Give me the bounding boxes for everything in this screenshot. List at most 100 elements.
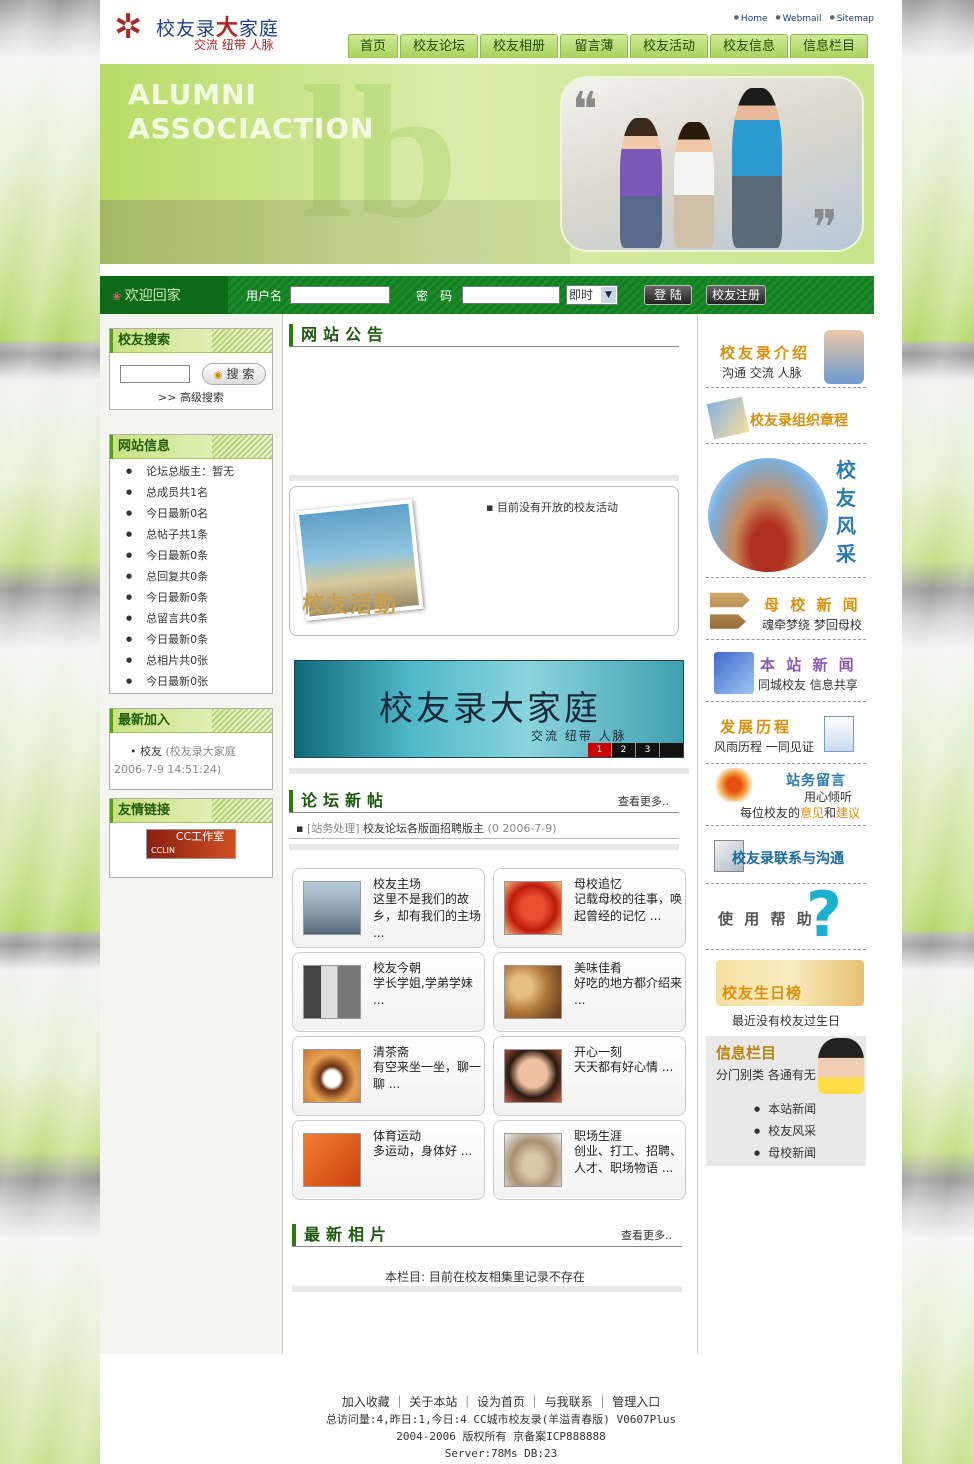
footer: 加入收藏 ｜ 关于本站 ｜ 设为首页 ｜ 与我联系 ｜ 管理入口 总访问量:4,… — [100, 1394, 902, 1462]
stat-item: 论坛总版主：暂无 — [110, 461, 272, 482]
ad-page-2[interactable]: 2 — [612, 743, 635, 757]
nav-alumni-info[interactable]: 校友信息 — [710, 34, 788, 58]
username-input[interactable] — [290, 286, 390, 304]
banner-title: ALUMNI ASSOCIACTION — [128, 78, 375, 145]
forum-card[interactable]: 美味佳肴 好吃的地方都介绍来 ... — [493, 952, 686, 1032]
info-item-alumni-style[interactable]: 校友风采 — [754, 1122, 816, 1139]
signpost-icon — [710, 592, 750, 629]
help-link[interactable]: 使 用 帮 助 ? — [706, 882, 866, 950]
forum-post-item[interactable]: ▪ [站务处理] 校友论坛各版面招聘版主 (0 2006-7-9) — [296, 820, 557, 836]
intro-photo-icon — [824, 330, 864, 384]
document-icon — [706, 396, 750, 440]
footer-copyright: 2004-2006 版权所有 京备案ICP888888 — [396, 1430, 606, 1443]
home-link[interactable]: Home — [734, 14, 768, 24]
site-info-box: 网站信息 论坛总版主：暂无 总成员共1名 今日最新0名 总帖子共1条 今日最新0… — [109, 434, 273, 694]
info-item-school-news[interactable]: 母校新闻 — [754, 1144, 816, 1161]
nav-home[interactable]: 首页 — [348, 34, 398, 58]
stat-item: 今日最新0条 — [110, 629, 272, 650]
card-image — [504, 1133, 562, 1187]
photos-empty-text: 本栏目: 目前在校友相集里记录不存在 — [385, 1270, 585, 1284]
page-container: ✲ 校友录大家庭 交流 纽带 人脉 Home Webmail Sitemap 首页 … — [100, 0, 902, 1464]
login-bar: 欢迎回家 用户名 密 码 即时 ▼ 登 陆 校友注册 — [100, 276, 874, 314]
campus-building-photo — [708, 458, 828, 572]
footer-links[interactable]: 加入收藏 ｜ 关于本站 ｜ 设为首页 ｜ 与我联系 ｜ 管理入口 — [100, 1394, 902, 1411]
password-label: 密 码 — [416, 289, 453, 303]
intro-link[interactable]: 校友录介绍 沟通 交流 人脉 — [706, 326, 866, 388]
ad-page-4[interactable] — [660, 743, 683, 757]
site-news-link[interactable]: 本 站 新 闻 同城校友 信息共享 — [706, 646, 866, 702]
site-logo[interactable]: ✲ 校友录大家庭 交流 纽带 人脉 — [114, 8, 284, 52]
nav-activities[interactable]: 校友活动 — [630, 34, 708, 58]
stat-item: 总相片共0张 — [110, 650, 272, 671]
search-box-title: 校友搜索 — [110, 329, 272, 353]
nav-guestbook[interactable]: 留言薄 — [560, 34, 628, 58]
forum-card[interactable]: 开心一刻 天天都有好心情 ... — [493, 1036, 686, 1116]
card-image — [504, 965, 562, 1019]
quote-open-icon: ❝ — [572, 84, 598, 137]
card-image — [504, 1049, 562, 1103]
advanced-search-link[interactable]: >> 高级搜索 — [158, 389, 224, 405]
ad-pager: 1 2 3 — [587, 743, 683, 757]
forum-card[interactable]: 母校追忆 记载母校的往事，唤起曾经的记忆 ... — [493, 868, 686, 948]
profile-document-icon — [824, 716, 854, 752]
login-button[interactable]: 登 陆 — [644, 285, 692, 305]
banner-photo-strip — [100, 200, 570, 264]
forum-card[interactable]: 清茶斋 有空来坐一坐，聊一聊 ... — [292, 1036, 485, 1116]
sitemap-link[interactable]: Sitemap — [830, 14, 874, 24]
card-image — [504, 881, 562, 935]
ad-banner-title: 校友录大家庭 — [379, 689, 601, 729]
card-image — [303, 881, 361, 935]
forum-card[interactable]: 职场生涯 创业、打工、招聘、人才、职场物语 ... — [493, 1120, 686, 1200]
search-button[interactable]: 搜 索 — [202, 363, 266, 385]
charter-link[interactable]: 校友录组织章程 — [706, 394, 866, 444]
photos-more-link[interactable]: 查看更多.. — [621, 1227, 672, 1243]
register-button[interactable]: 校友注册 — [706, 285, 766, 305]
left-sidebar: 校友搜索 搜 索 >> 高级搜索 网站信息 论坛总版主：暂无 总成员共1名 今日… — [100, 314, 283, 1354]
password-input[interactable] — [462, 286, 560, 304]
login-expire-select[interactable]: 即时 ▼ — [566, 285, 618, 305]
forum-card[interactable]: 校友主场 这里不是我们的故乡，却有我们的主场 ... — [292, 868, 485, 948]
welcome-label: 欢迎回家 — [100, 276, 228, 314]
info-columns-title: 信息栏目 — [716, 1044, 777, 1062]
card-image — [303, 1049, 361, 1103]
ad-page-1[interactable]: 1 — [588, 743, 611, 757]
card-image — [303, 1133, 361, 1187]
guestbook-link[interactable]: 站务留言 用心倾听 每位校友的意见和建议 — [706, 764, 866, 826]
flower-icon — [712, 768, 756, 802]
ad-page-3[interactable]: 3 — [636, 743, 659, 757]
notice-title: 网站公告 — [289, 324, 389, 346]
info-item-site-news[interactable]: 本站新闻 — [754, 1100, 816, 1117]
question-mark-icon: ? — [806, 878, 842, 951]
forum-more-link[interactable]: 查看更多.. — [618, 793, 669, 809]
search-input[interactable] — [120, 365, 190, 383]
activity-panel: 校友活動 ▪ 目前没有开放的校友活动 — [289, 486, 679, 636]
stat-item: 总留言共0条 — [110, 608, 272, 629]
contact-link[interactable]: 校友录联系与沟通 — [706, 832, 866, 884]
friend-links-box: 友情链接 CC工作室 CCLIN — [109, 798, 273, 878]
school-news-link[interactable]: 母 校 新 闻 魂牵梦绕 梦回母校 — [706, 584, 866, 640]
stat-item: 今日最新0条 — [110, 545, 272, 566]
top-links: Home Webmail Sitemap — [726, 14, 874, 24]
ad-banner[interactable]: 校友录大家庭 交流 纽带 人脉 1 2 3 — [294, 660, 684, 758]
stat-item: 总回复共0条 — [110, 566, 272, 587]
stat-item: 今日最新0条 — [110, 587, 272, 608]
nav-info-columns[interactable]: 信息栏目 — [790, 34, 868, 58]
webmail-link[interactable]: Webmail — [776, 14, 822, 24]
nav-album[interactable]: 校友相册 — [480, 34, 558, 58]
cc-studio-link[interactable]: CC工作室 CCLIN — [146, 829, 236, 859]
stat-item: 今日最新0张 — [110, 671, 272, 692]
stat-item: 总成员共1名 — [110, 482, 272, 503]
chevron-down-icon: ▼ — [601, 287, 616, 303]
footer-stats: 总访问量:4,昨日:1,今日:4 CC城市校友录(羊溢青春版) V0607Plu… — [325, 1413, 677, 1426]
alumni-style-link[interactable]: 校友风采 — [706, 452, 866, 578]
new-member-name[interactable]: 校友 — [130, 745, 162, 758]
forum-card[interactable]: 体育运动 多运动，身体好 ... — [292, 1120, 485, 1200]
book-cursor-icon — [714, 652, 754, 694]
site-stats-list: 论坛总版主：暂无 总成员共1名 今日最新0名 总帖子共1条 今日最新0条 总回复… — [110, 459, 272, 692]
activity-status: ▪ 目前没有开放的校友活动 — [486, 501, 618, 514]
nav-forum[interactable]: 校友论坛 — [400, 34, 478, 58]
birthday-link[interactable]: 校友生日榜 最近没有校友过生日 — [706, 956, 866, 1032]
forum-card[interactable]: 校友今朝 学长学姐,学弟学妹 ... — [292, 952, 485, 1032]
info-columns-sub: 分门别类 各通有无 — [716, 1068, 816, 1082]
history-link[interactable]: 发展历程 风雨历程 一同见证 — [706, 708, 866, 764]
